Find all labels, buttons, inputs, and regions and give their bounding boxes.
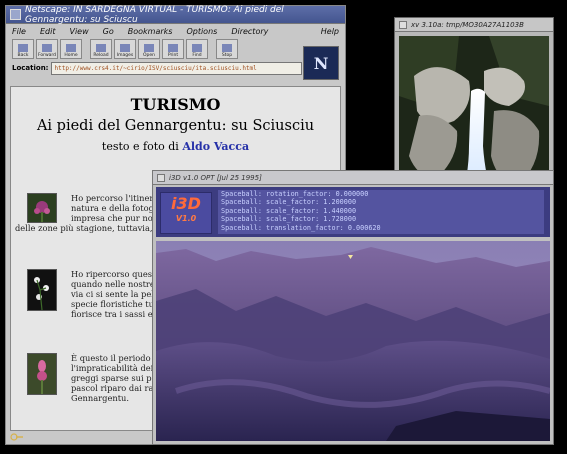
location-input[interactable] xyxy=(51,61,303,75)
location-label: Location: xyxy=(12,64,49,72)
flower-photo-2[interactable] xyxy=(27,269,57,311)
find-button[interactable]: Find xyxy=(186,39,208,59)
forward-icon xyxy=(42,44,52,52)
images-button[interactable]: Images xyxy=(114,39,136,59)
home-icon xyxy=(66,44,76,52)
i3d-logo: i3D V1.0 xyxy=(160,192,212,234)
menu-file[interactable]: File xyxy=(12,27,26,36)
back-button[interactable]: Back xyxy=(12,39,34,59)
window-menu-button[interactable] xyxy=(10,9,21,20)
stop-icon xyxy=(222,44,232,52)
byline: testo e foto di Aldo Vacca xyxy=(101,140,250,153)
terrain-3d-view[interactable] xyxy=(156,241,550,441)
images-icon xyxy=(120,44,130,52)
menu-help[interactable]: Help xyxy=(321,27,339,36)
menu-options[interactable]: Options xyxy=(186,27,217,36)
xv-titlebar[interactable]: xv 3.10a: tmp/MO30A27A1103B xyxy=(395,18,553,32)
i3d-control-panel: i3D V1.0 Spaceball: rotation_factor: 0.0… xyxy=(156,187,550,237)
i3d-menu-button[interactable] xyxy=(157,173,165,182)
i3d-window-title: i3D v1.0 OPT [Jul 25 1995] xyxy=(169,173,262,182)
xv-window-title: xv 3.10a: tmp/MO30A27A1103B xyxy=(411,20,524,29)
page-heading: TURISMO xyxy=(130,95,221,114)
menu-bookmarks[interactable]: Bookmarks xyxy=(128,27,173,36)
i3d-titlebar[interactable]: i3D v1.0 OPT [Jul 25 1995] xyxy=(153,171,553,185)
security-key-icon xyxy=(10,433,23,441)
flower-photo-3[interactable] xyxy=(27,353,57,395)
print-icon xyxy=(168,44,178,52)
back-icon xyxy=(18,44,28,52)
menu-go[interactable]: Go xyxy=(103,27,114,36)
stop-button[interactable]: Stop xyxy=(216,39,238,59)
menu-edit[interactable]: Edit xyxy=(40,27,56,36)
home-button[interactable]: Home xyxy=(60,39,82,59)
netscape-titlebar[interactable]: Netscape: IN SARDEGNA VIRTUAL - TURISMO:… xyxy=(6,4,345,25)
open-button[interactable]: Open xyxy=(138,39,160,59)
open-icon xyxy=(144,44,154,52)
i3d-window: i3D v1.0 OPT [Jul 25 1995] i3D V1.0 Spac… xyxy=(152,170,554,445)
spaceball-parameters: Spaceball: rotation_factor: 0.000000 Spa… xyxy=(218,190,544,234)
param-line: Spaceball: scale_factor: 1.440000 xyxy=(221,206,357,215)
netscape-toolbar: Back Forward Home Reload Images Open Pri… xyxy=(6,38,345,60)
print-button[interactable]: Print xyxy=(162,39,184,59)
flower-photo-1[interactable] xyxy=(27,193,57,223)
param-line: Spaceball: scale_factor: 1.200000 xyxy=(221,198,357,207)
menu-view[interactable]: View xyxy=(69,27,88,36)
reload-button[interactable]: Reload xyxy=(90,39,112,59)
xv-menu-button[interactable] xyxy=(399,20,407,29)
forward-button[interactable]: Forward xyxy=(36,39,58,59)
param-line: Spaceball: rotation_factor: 0.000000 xyxy=(221,190,369,198)
location-bar: Location: xyxy=(6,60,345,76)
find-icon xyxy=(192,44,202,52)
menubar: File Edit View Go Bookmarks Options Dire… xyxy=(6,24,345,38)
param-line: Spaceball: scale_factor: 1.728000 xyxy=(221,215,357,224)
netscape-window-title: Netscape: IN SARDEGNA VIRTUAL - TURISMO:… xyxy=(25,4,284,25)
netscape-logo: N xyxy=(303,46,339,80)
author-link[interactable]: Aldo Vacca xyxy=(182,140,249,153)
reload-icon xyxy=(96,44,106,52)
menu-directory[interactable]: Directory xyxy=(231,27,268,36)
param-line: Spaceball: translation_factor: 0.000620 xyxy=(221,223,381,232)
page-subheading: Ai piedi del Gennargentu: su Sciusciu xyxy=(36,118,315,134)
